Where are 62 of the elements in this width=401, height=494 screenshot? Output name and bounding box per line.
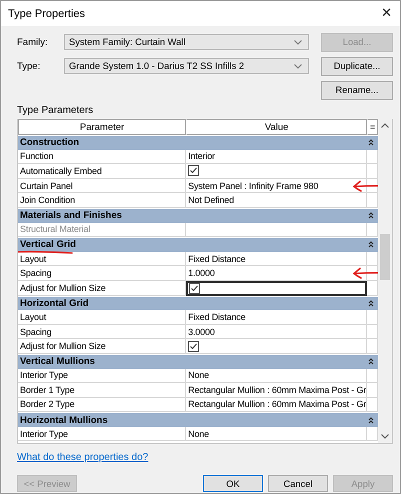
parameter-name: Spacing	[18, 266, 186, 281]
group-title: Materials and Finishes	[20, 210, 122, 222]
group-title: Construction	[20, 137, 80, 148]
value-cell[interactable]: System Panel : Infinity Frame 980	[186, 178, 368, 194]
collapse-icon[interactable]	[368, 300, 374, 307]
group-header[interactable]: Horizontal Mullions	[18, 412, 378, 427]
scrollbar[interactable]	[378, 119, 392, 443]
group-title: Horizontal Mullions	[20, 414, 108, 426]
collapse-icon[interactable]	[368, 241, 374, 248]
scrollbar-thumb[interactable]	[380, 234, 390, 280]
parameter-name: Interior Type	[18, 426, 186, 442]
collapse-icon[interactable]	[368, 212, 374, 220]
parameter-name: Layout	[18, 252, 186, 266]
value-cell[interactable]: None	[186, 368, 368, 384]
parameter-name: Layout	[18, 310, 186, 325]
checkbox[interactable]	[189, 282, 200, 294]
family-label: Family:	[17, 36, 49, 48]
help-link[interactable]: What do these properties do?	[17, 452, 148, 463]
value-cell[interactable]: Rectangular Mullion : 60mm Maxima Post - Gr	[186, 383, 368, 398]
parameter-name: Function	[18, 150, 186, 164]
group-header[interactable]: Horizontal Grid	[18, 296, 378, 310]
parameter-name: Automatically Embed	[18, 164, 186, 179]
collapse-icon[interactable]	[368, 139, 374, 146]
parameter-name: Curtain Panel	[18, 178, 186, 194]
close-button[interactable]: ✕	[373, 6, 400, 21]
dialog-button[interactable]: Cancel	[268, 475, 328, 492]
chevron-down-icon	[294, 40, 302, 44]
value-cell[interactable]: None	[186, 426, 368, 442]
collapse-icon[interactable]	[368, 416, 374, 424]
value-cell[interactable]: Interior	[186, 150, 368, 164]
group-header[interactable]: Materials and Finishes	[18, 208, 378, 223]
duplicate-button[interactable]: Duplicate...	[321, 56, 393, 76]
column-header[interactable]: =	[367, 119, 378, 135]
group-header[interactable]: Vertical Grid	[18, 237, 378, 252]
type-label: Type:	[17, 60, 42, 72]
group-title: Vertical Grid	[20, 239, 76, 250]
value-cell[interactable]	[186, 280, 368, 296]
scroll-down-icon[interactable]	[381, 434, 390, 439]
chevron-down-icon	[294, 64, 302, 68]
column-header[interactable]: Parameter	[18, 119, 186, 135]
value-cell[interactable]: 1.0000	[186, 266, 368, 281]
section-title: Type Parameters	[17, 105, 94, 118]
window-title: Type Properties	[8, 8, 86, 20]
group-title: Vertical Mullions	[20, 356, 95, 368]
checkbox[interactable]	[188, 340, 200, 352]
type-dropdown[interactable]: Grande System 1.0 - Darius T2 SS Infills 2	[64, 58, 309, 74]
value-cell[interactable]: 3.0000	[186, 324, 368, 340]
group-header[interactable]: Construction	[18, 135, 378, 150]
parameter-name: Interior Type	[18, 368, 186, 384]
family-dropdown[interactable]: System Family: Curtain Wall	[64, 34, 309, 50]
value-cell[interactable]: Fixed Distance	[186, 252, 368, 266]
group-title: Horizontal Grid	[20, 298, 89, 309]
collapse-icon[interactable]	[368, 358, 374, 366]
checkbox[interactable]	[188, 165, 200, 176]
dialog-button[interactable]: OK	[203, 475, 263, 492]
group-header[interactable]: Vertical Mullions	[18, 354, 378, 368]
value-cell[interactable]: Fixed Distance	[186, 310, 368, 325]
parameter-name: Spacing	[18, 324, 186, 340]
column-header[interactable]: Value	[186, 119, 368, 135]
parameter-name: Border 1 Type	[18, 383, 186, 398]
scroll-up-icon[interactable]	[381, 123, 390, 128]
rename-button[interactable]: Rename...	[321, 80, 393, 100]
